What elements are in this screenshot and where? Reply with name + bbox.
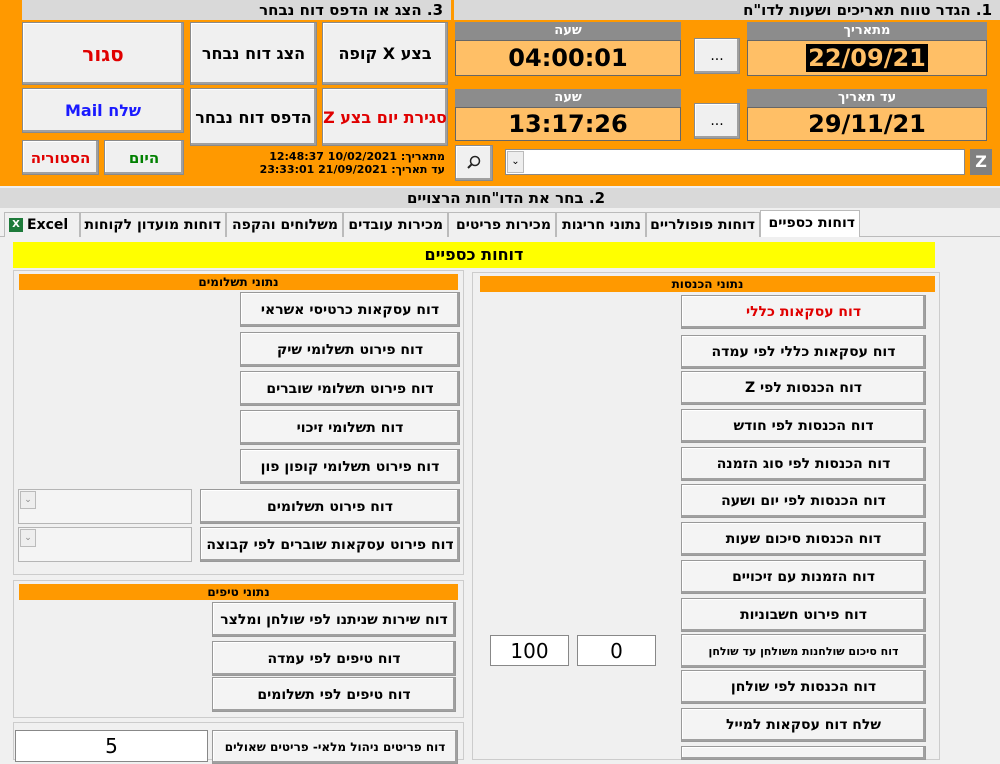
from-time-label: שעה xyxy=(455,22,681,40)
tab-customer-club[interactable]: דוחות מועדון לקוחות xyxy=(80,212,226,237)
coupon-payments-report-button[interactable]: דוח פירוט תשלומי קופון פון xyxy=(240,449,460,484)
tables-summary-report-button[interactable]: דוח סיכום שולחנות משולחן עד שולחן xyxy=(681,634,926,668)
tab-excel[interactable]: X Excel xyxy=(4,212,80,237)
income-by-month-report-button[interactable]: דוח הכנסות לפי חודש xyxy=(681,409,926,443)
tips-by-station-report-button[interactable]: דוח טיפים לפי עמדה xyxy=(212,641,456,676)
from-time-field[interactable]: 04:00:01 xyxy=(455,40,681,76)
tab-excel-label: Excel xyxy=(27,217,69,233)
from-date-picker-button[interactable]: ... xyxy=(694,38,740,74)
tab-item-sales[interactable]: מכירות פריטים xyxy=(448,212,556,237)
tab-exceptions[interactable]: נתוני חריגות xyxy=(556,212,646,237)
section2-title: 2. בחר את הדו"חות הרצויים xyxy=(0,188,1000,208)
from-date-label: מתאריך xyxy=(747,22,987,40)
email-transactions-report-button[interactable]: שלח דוח עסקאות למייל xyxy=(681,708,926,742)
table-to-input[interactable]: 100 xyxy=(490,635,569,666)
credit-payments-report-button[interactable]: דוח תשלומי זיכוי xyxy=(240,410,460,445)
invoices-detail-report-button[interactable]: דוח פירוט חשבוניות xyxy=(681,598,926,632)
income-hours-summary-report-button[interactable]: דוח הכנסות סיכום שעות xyxy=(681,522,926,556)
close-button[interactable]: סגור xyxy=(22,22,184,85)
tab-employee-sales[interactable]: מכירות עובדים xyxy=(343,212,448,237)
income-by-order-type-report-button[interactable]: דוח הכנסות לפי סוג הזמנה xyxy=(681,447,926,481)
tab-strip: דוחות כספיים דוחות פופולריים נתוני חריגו… xyxy=(0,210,1000,237)
chevron-down-icon[interactable]: ⌄ xyxy=(20,491,36,509)
income-group-header: נתוני הכנסות xyxy=(480,276,935,292)
send-mail-button[interactable]: שלח Mail xyxy=(22,88,184,133)
z-label: Z xyxy=(970,149,992,175)
chevron-down-icon[interactable]: ⌄ xyxy=(20,529,36,547)
section1-title: 1. הגדר טווח תאריכים ושעות לדו"ח xyxy=(454,0,1000,20)
inventory-quantity-input[interactable]: 5 xyxy=(15,730,208,762)
range-from-text: מתאריך: 10/02/2021 12:48:37 xyxy=(269,150,445,163)
service-by-table-waiter-report-button[interactable]: דוח שירות שניתנו לפי שולחן ומלצר xyxy=(212,602,456,637)
voucher-group-combo[interactable]: ⌄ xyxy=(18,527,192,562)
chevron-down-icon[interactable]: ⌄ xyxy=(507,151,524,173)
excel-icon: X xyxy=(9,218,23,232)
table-from-input[interactable]: 0 xyxy=(577,635,656,666)
to-time-field[interactable]: 13:17:26 xyxy=(455,107,681,141)
vouchers-by-group-report-button[interactable]: דוח פירוט עסקאות שוברים לפי קבוצה xyxy=(200,527,460,562)
to-date-picker-button[interactable]: ... xyxy=(694,103,740,139)
from-date-value: 22/09/21 xyxy=(806,44,928,72)
search-combo[interactable]: ⌄ xyxy=(505,149,965,175)
magnifier-icon xyxy=(467,155,481,169)
today-button[interactable]: היום xyxy=(104,140,184,175)
print-selected-report-button[interactable]: הדפס דוח נבחר xyxy=(190,88,317,146)
payments-type-combo[interactable]: ⌄ xyxy=(18,489,192,524)
to-date-field[interactable]: 29/11/21 xyxy=(747,107,987,141)
search-button[interactable] xyxy=(455,145,493,181)
general-transactions-report-button[interactable]: דוח עסקאות כללי xyxy=(681,295,926,329)
credit-card-transactions-report-button[interactable]: דוח עסקאות כרטיסי אשראי xyxy=(240,292,460,327)
section3-title: 3. הצג או הדפס דוח נבחר xyxy=(22,0,451,20)
close-day-z-button[interactable]: סגירת יום בצע Z xyxy=(322,88,448,146)
from-date-field[interactable]: 22/09/21 xyxy=(747,40,987,76)
history-button[interactable]: הסטוריה xyxy=(22,140,99,175)
partial-report-button[interactable] xyxy=(681,746,926,760)
tab-popular[interactable]: דוחות פופולריים xyxy=(646,212,760,237)
show-selected-report-button[interactable]: הצג דוח נבחר xyxy=(190,22,317,85)
orders-with-credits-report-button[interactable]: דוח הזמנות עם זיכויים xyxy=(681,560,926,594)
transactions-by-station-report-button[interactable]: דוח עסקאות כללי לפי עמדה xyxy=(681,335,926,369)
to-time-label: שעה xyxy=(455,89,681,107)
tips-group-header: נתוני טיפים xyxy=(19,584,458,600)
income-by-z-report-button[interactable]: דוח הכנסות לפי Z xyxy=(681,371,926,405)
inventory-borrowed-items-report-button[interactable]: דוח פריטים ניהול מלאי- פריטים שאולים xyxy=(212,730,458,764)
tab-financial[interactable]: דוחות כספיים xyxy=(760,210,860,237)
payments-detail-report-button[interactable]: דוח פירוט תשלומים xyxy=(200,489,460,524)
financial-banner: דוחות כספיים xyxy=(13,242,935,268)
income-by-day-hour-report-button[interactable]: דוח הכנסות לפי יום ושעה xyxy=(681,484,926,518)
payments-group-header: נתוני תשלומים xyxy=(19,274,458,290)
tips-by-payments-report-button[interactable]: דוח טיפים לפי תשלומים xyxy=(212,677,456,712)
x-register-button[interactable]: בצע X קופה xyxy=(322,22,448,85)
to-date-label: עד תאריך xyxy=(747,89,987,107)
voucher-payments-report-button[interactable]: דוח פירוט תשלומי שוברים xyxy=(240,371,460,406)
check-payments-report-button[interactable]: דוח פירוט תשלומי שיק xyxy=(240,332,460,367)
tab-delivery[interactable]: משלוחים והקפה xyxy=(226,212,343,237)
range-to-text: עד תאריך: 21/09/2021 23:33:01 xyxy=(259,163,445,176)
income-by-table-report-button[interactable]: דוח הכנסות לפי שולחן xyxy=(681,670,926,704)
